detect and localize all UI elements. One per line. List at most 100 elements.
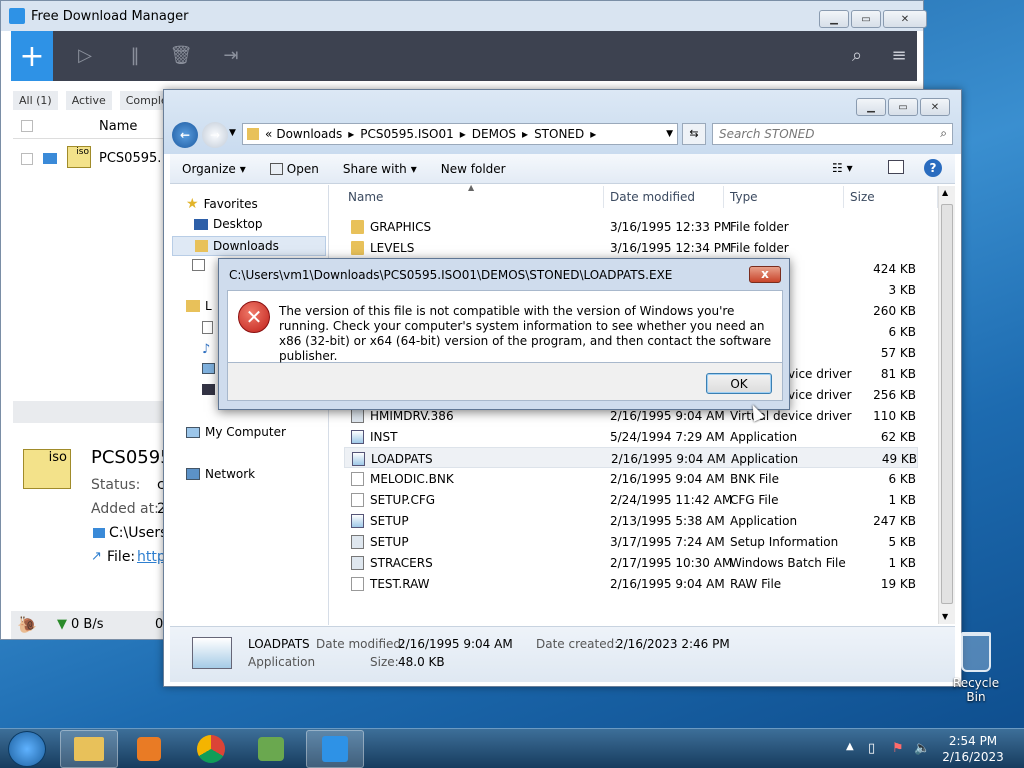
col-header-size[interactable]: Size — [844, 186, 938, 208]
breadcrumb-iso[interactable]: PCS0595.ISO01 — [360, 127, 453, 141]
breadcrumb-downloads[interactable]: Downloads — [276, 127, 342, 141]
nav-network[interactable]: Network — [186, 467, 255, 481]
nav-my-computer[interactable]: My Computer — [186, 425, 286, 439]
file-date: 2/16/1995 9:04 AM — [610, 577, 725, 591]
taskbar-explorer[interactable] — [60, 730, 118, 768]
speed-mode-icon[interactable]: 🐌 — [17, 615, 37, 634]
nav-recent[interactable] — [192, 259, 205, 271]
tab-all[interactable]: All (1) — [13, 91, 58, 110]
recent-places-icon — [192, 259, 205, 271]
maximize-button[interactable]: ▭ — [851, 10, 881, 28]
file-type: Application — [730, 430, 798, 444]
nav-downloads[interactable]: Downloads — [172, 236, 326, 256]
scroll-up-icon[interactable]: ▲ — [942, 188, 948, 197]
menu-icon[interactable]: ≡ — [887, 44, 911, 68]
file-row[interactable]: SETUP 3/17/1995 7:24 AM Setup Information 5… — [344, 531, 918, 552]
details-created-label: Date created: — [536, 637, 619, 651]
nav-pictures[interactable] — [202, 363, 215, 374]
file-row[interactable]: LOADPATS 2/16/1995 9:04 AM Application 49 K… — [344, 447, 918, 468]
history-dropdown-icon[interactable]: ▼ — [229, 128, 236, 138]
view-options-icon[interactable]: ☷ ▾ — [832, 161, 853, 175]
taskbar-fdm[interactable] — [306, 730, 364, 768]
preview-pane-icon[interactable] — [888, 160, 904, 174]
select-all-checkbox[interactable] — [21, 120, 33, 132]
delete-icon[interactable]: 🗑 — [169, 44, 193, 68]
refresh-button[interactable]: ⇆ — [682, 123, 706, 145]
file-size: 1 KB — [888, 556, 916, 570]
file-row[interactable]: SETUP 2/13/1995 5:38 AM Application 247 KB — [344, 510, 918, 531]
taskbar-clock[interactable]: 2:54 PM 2/16/2023 — [938, 733, 1008, 765]
address-dropdown-icon[interactable]: ▼ — [666, 129, 673, 139]
action-center-icon[interactable]: ⚑ — [892, 741, 904, 756]
file-row[interactable]: STRACERS 2/17/1995 10:30 AM Windows Batch … — [344, 552, 918, 573]
explorer-close-button[interactable]: ✕ — [920, 98, 950, 116]
folder-icon — [74, 737, 104, 761]
col-header-date[interactable]: Date modified — [604, 186, 724, 208]
file-size: 6 KB — [888, 325, 916, 339]
download-row[interactable]: iso PCS0595. — [13, 144, 173, 174]
network-tray-icon[interactable]: ▯ — [868, 741, 875, 756]
breadcrumb-stoned[interactable]: STONED — [534, 127, 584, 141]
address-bar[interactable]: « Downloads ▸ PCS0595.ISO01 ▸ DEMOS ▸ STONE… — [242, 123, 678, 145]
col-name[interactable]: Name — [99, 119, 137, 134]
show-hidden-icons[interactable]: ▲ — [846, 741, 854, 752]
minimize-button[interactable]: ▁ — [819, 10, 849, 28]
resume-icon[interactable]: ▷ — [73, 44, 97, 68]
taskbar-media-player[interactable] — [120, 730, 178, 768]
command-bar: Organize ▾ Open Share with ▾ New folder ☷ … — [170, 154, 955, 184]
col-header-type[interactable]: Type — [724, 186, 844, 208]
explorer-maximize-button[interactable]: ▭ — [888, 98, 918, 116]
forward-button[interactable]: → — [202, 122, 228, 148]
nav-documents[interactable] — [202, 321, 213, 334]
start-button[interactable] — [8, 731, 46, 767]
dialog-close-button[interactable]: x — [749, 266, 781, 283]
row-checkbox[interactable] — [21, 153, 33, 165]
clock-time: 2:54 PM — [948, 734, 998, 748]
explorer-minimize-button[interactable]: ▁ — [856, 98, 886, 116]
move-icon[interactable]: ⇥ — [219, 44, 243, 68]
share-with-button[interactable]: Share with ▾ — [331, 162, 429, 176]
pause-icon[interactable]: ‖ — [123, 44, 147, 68]
details-size-value: 48.0 KB — [398, 655, 445, 669]
scroll-thumb[interactable] — [941, 204, 953, 604]
network-icon — [186, 468, 200, 480]
ok-button[interactable]: OK — [706, 373, 772, 394]
vertical-scrollbar[interactable]: ▲ ▼ — [938, 186, 955, 624]
scroll-down-icon[interactable]: ▼ — [942, 612, 948, 621]
taskbar-network-app[interactable] — [242, 730, 300, 768]
file-row[interactable]: INST 5/24/1994 7:29 AM Application 62 KB — [344, 426, 918, 447]
col-header-name[interactable]: Name ▲ — [342, 183, 604, 208]
taskbar-chrome[interactable] — [182, 730, 240, 768]
nav-libraries[interactable]: L — [186, 299, 212, 313]
breadcrumb-demos[interactable]: DEMOS — [472, 127, 516, 141]
nav-videos[interactable] — [202, 384, 215, 395]
close-button[interactable]: ✕ — [883, 10, 927, 28]
organize-button[interactable]: Organize ▾ — [170, 162, 258, 176]
breadcrumb-overflow[interactable]: « — [265, 127, 272, 141]
recycle-bin[interactable]: Recycle Bin — [944, 632, 1008, 704]
file-row[interactable]: TEST.RAW 2/16/1995 9:04 AM RAW File 19 KB — [344, 573, 918, 594]
nav-music[interactable]: ♪ — [202, 342, 210, 357]
file-row[interactable]: SETUP.CFG 2/24/1995 11:42 AM CFG File 1 KB — [344, 489, 918, 510]
search-input[interactable]: Search STONED ⌕ — [712, 123, 953, 145]
search-icon[interactable]: ⌕ — [845, 44, 869, 68]
back-button[interactable]: ← — [172, 122, 198, 148]
network-app-icon — [258, 737, 284, 761]
file-row[interactable]: LEVELS 3/16/1995 12:34 PM File folder — [344, 237, 918, 258]
file-row[interactable]: MELODIC.BNK 2/16/1995 9:04 AM BNK File 6 KB — [344, 468, 918, 489]
nav-desktop[interactable]: Desktop — [194, 217, 263, 231]
volume-icon[interactable]: 🔈 — [914, 741, 930, 756]
help-icon[interactable]: ? — [924, 159, 942, 177]
down-arrow-icon: ▼ — [57, 617, 67, 632]
detail-path[interactable]: C:\Users — [109, 525, 167, 541]
folder-icon[interactable] — [43, 153, 57, 164]
new-folder-button[interactable]: New folder — [429, 162, 518, 176]
file-row[interactable]: GRAPHICS 3/16/1995 12:33 PM File folder — [344, 216, 918, 237]
tab-active[interactable]: Active — [65, 91, 112, 110]
open-button[interactable]: Open — [258, 162, 331, 176]
fdm-titlebar[interactable]: Free Download Manager — [1, 1, 923, 31]
dialog-message: The version of this file is not compatib… — [279, 304, 772, 363]
nav-favorites[interactable]: ★ Favorites — [186, 196, 258, 212]
search-icon[interactable]: ⌕ — [940, 126, 947, 141]
add-download-button[interactable]: + — [11, 31, 53, 81]
